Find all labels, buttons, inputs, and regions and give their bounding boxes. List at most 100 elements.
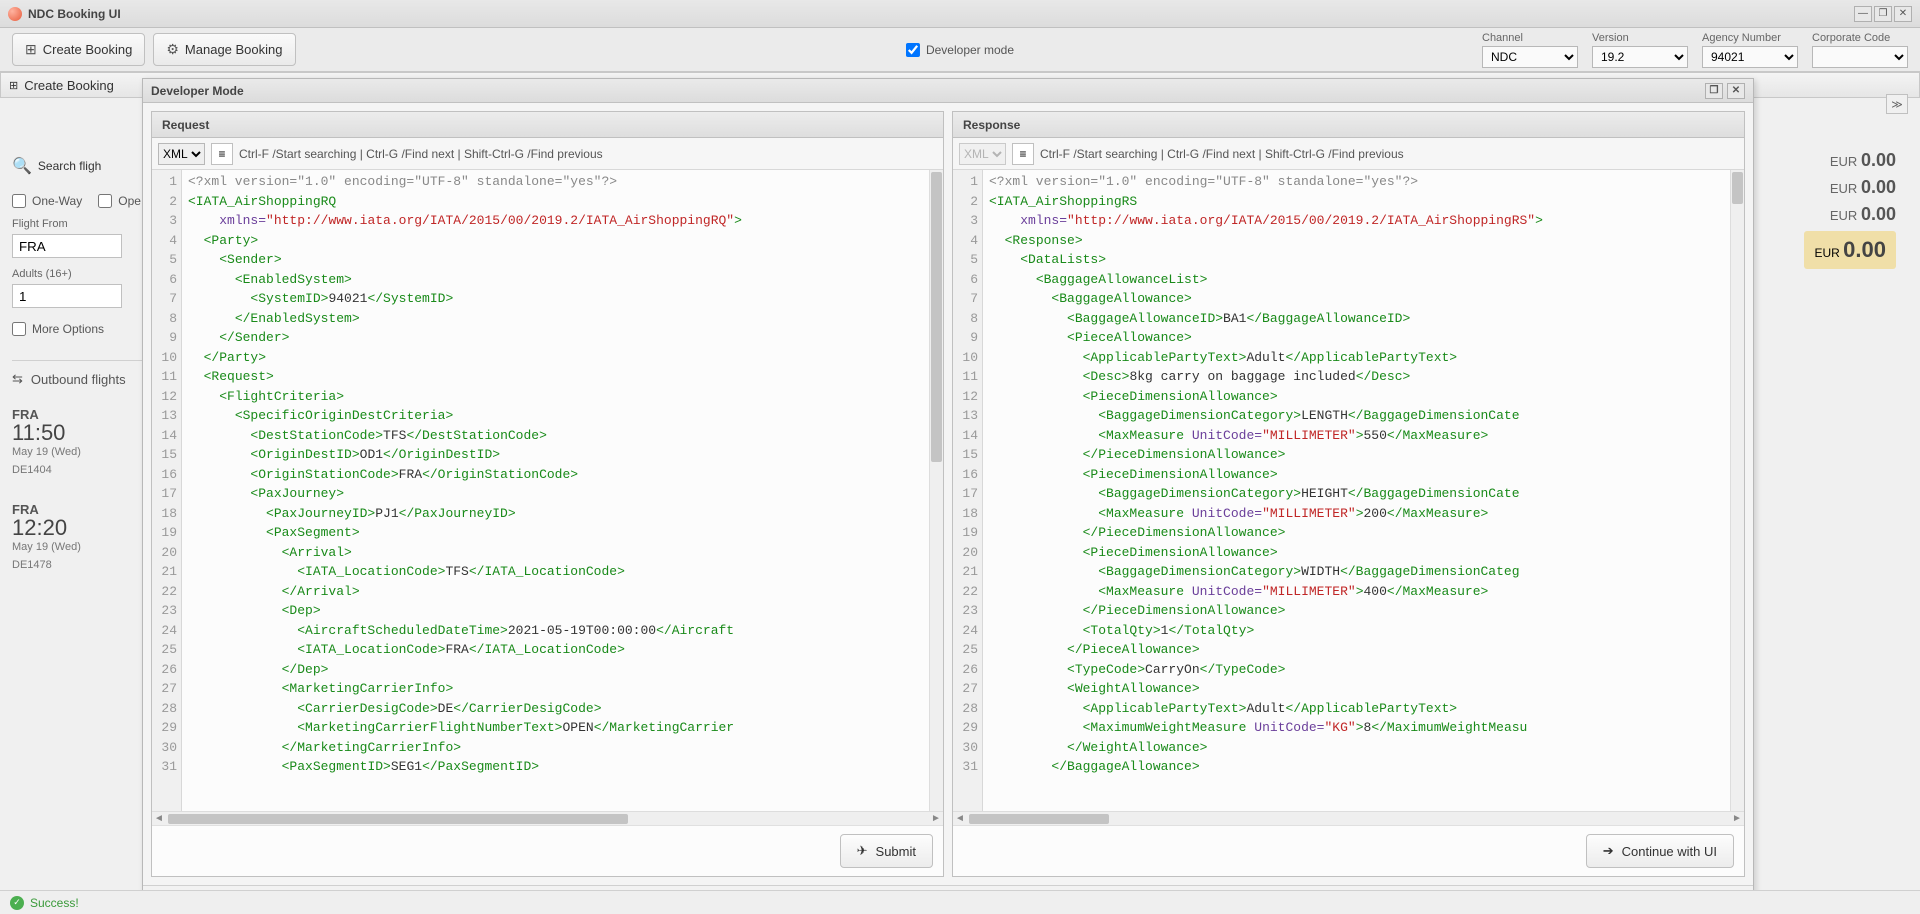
flight-from-input[interactable]	[12, 234, 122, 258]
scrollbar-thumb[interactable]	[969, 814, 1109, 824]
gear-icon: ⚙	[166, 41, 179, 58]
response-vscroll[interactable]	[1730, 170, 1744, 811]
list-view-icon[interactable]: ≡	[1012, 143, 1034, 165]
open-label: Ope	[118, 194, 141, 208]
flight-number: DE1478	[12, 559, 162, 571]
request-search-hint: Ctrl-F /Start searching | Ctrl-G /Find n…	[239, 147, 603, 161]
developer-mode-checkbox[interactable]	[906, 43, 920, 57]
response-hscroll[interactable]: ◄ ►	[953, 811, 1744, 825]
dev-panel-title: Developer Mode	[151, 84, 244, 98]
response-code-viewer[interactable]: <?xml version="1.0" encoding="UTF-8" sta…	[983, 170, 1730, 811]
flight-card[interactable]: FRA11:50May 19 (Wed)DE1404	[12, 401, 162, 482]
open-jaw-checkbox[interactable]	[98, 194, 112, 208]
response-line-gutter: 1 2 3 4 5 6 7 8 9 10 11 12 13 14 15 16 1…	[953, 170, 983, 811]
flight-from-label: Flight From	[12, 218, 162, 230]
flight-date: May 19 (Wed)	[12, 446, 162, 458]
version-select[interactable]: 19.2	[1592, 46, 1688, 68]
request-format-select[interactable]: XML	[158, 143, 205, 165]
request-vscroll[interactable]	[929, 170, 943, 811]
submit-button[interactable]: ✈ Submit	[840, 834, 933, 868]
minimize-button[interactable]: —	[1854, 6, 1872, 22]
corp-code-field: Corporate Code	[1812, 32, 1908, 68]
corp-code-select[interactable]	[1812, 46, 1908, 68]
version-field: Version 19.2	[1592, 32, 1688, 68]
continue-label: Continue with UI	[1622, 844, 1717, 859]
more-options-label: More Options	[32, 322, 104, 336]
dev-panel-header: Developer Mode ❐ ✕	[143, 79, 1753, 103]
request-header: Request	[152, 112, 943, 138]
submit-label: Submit	[876, 844, 916, 859]
swap-icon: ⇆	[12, 371, 23, 387]
price-line: EUR 0.00	[1804, 177, 1896, 198]
request-code-editor[interactable]: <?xml version="1.0" encoding="UTF-8" sta…	[182, 170, 929, 811]
channel-select[interactable]: NDC	[1482, 46, 1578, 68]
scrollbar-thumb[interactable]	[931, 172, 942, 462]
adults-label: Adults (16+)	[12, 268, 162, 280]
flight-date: May 19 (Wed)	[12, 541, 162, 553]
manage-booking-label: Manage Booking	[185, 42, 283, 57]
version-label: Version	[1592, 32, 1688, 44]
agency-select[interactable]: 94021	[1702, 46, 1798, 68]
response-toolbar: XML ≡ Ctrl-F /Start searching | Ctrl-G /…	[953, 138, 1744, 170]
status-text: Success!	[30, 896, 79, 910]
arrow-right-circle-icon: ➔	[1603, 843, 1614, 859]
developer-mode-toggle[interactable]: Developer mode	[906, 43, 1014, 57]
check-circle-icon: ✓	[10, 896, 24, 910]
accordion-title: Create Booking	[24, 78, 114, 93]
request-toolbar: XML ≡ Ctrl-F /Start searching | Ctrl-G /…	[152, 138, 943, 170]
search-icon: 🔍	[12, 156, 32, 176]
developer-mode-label: Developer mode	[926, 43, 1014, 57]
plus-square-icon: ⊞	[25, 41, 37, 58]
scroll-right-icon[interactable]: ►	[929, 813, 943, 824]
response-header: Response	[953, 112, 1744, 138]
scrollbar-thumb[interactable]	[168, 814, 628, 824]
dev-maximize-button[interactable]: ❐	[1705, 83, 1723, 99]
window-title: NDC Booking UI	[28, 7, 1854, 21]
paper-plane-icon: ✈	[857, 843, 868, 859]
maximize-button[interactable]: ❐	[1874, 6, 1892, 22]
flight-number: DE1404	[12, 464, 162, 476]
adults-input[interactable]	[12, 284, 122, 308]
agency-label: Agency Number	[1702, 32, 1798, 44]
channel-label: Channel	[1482, 32, 1578, 44]
request-pane: Request XML ≡ Ctrl-F /Start searching | …	[151, 111, 944, 877]
channel-field: Channel NDC	[1482, 32, 1578, 68]
one-way-label: One-Way	[32, 194, 82, 208]
close-button[interactable]: ✕	[1894, 6, 1912, 22]
window-title-bar: NDC Booking UI — ❐ ✕	[0, 0, 1920, 28]
manage-booking-button[interactable]: ⚙ Manage Booking	[153, 33, 295, 66]
scroll-right-icon[interactable]: ►	[1730, 813, 1744, 824]
create-booking-label: Create Booking	[43, 42, 133, 57]
response-format-select: XML	[959, 143, 1006, 165]
search-flights-label: Search fligh	[38, 159, 101, 173]
search-flights-row[interactable]: 🔍 Search fligh	[12, 156, 162, 176]
main-toolbar: ⊞ Create Booking ⚙ Manage Booking Develo…	[0, 28, 1920, 72]
scroll-left-icon[interactable]: ◄	[152, 813, 166, 824]
flight-card[interactable]: FRA12:20May 19 (Wed)DE1478	[12, 496, 162, 577]
agency-field: Agency Number 94021	[1702, 32, 1798, 68]
list-view-icon[interactable]: ≡	[211, 143, 233, 165]
flight-time: 12:20	[12, 517, 162, 539]
scrollbar-thumb[interactable]	[1732, 172, 1743, 204]
response-search-hint: Ctrl-F /Start searching | Ctrl-G /Find n…	[1040, 147, 1404, 161]
search-sidebar: 🔍 Search fligh One-Way Ope Flight From A…	[12, 106, 162, 577]
continue-with-ui-button[interactable]: ➔ Continue with UI	[1586, 834, 1734, 868]
request-line-gutter: 1 2 3 4 5 6 7 8 9 10 11 12 13 14 15 16 1…	[152, 170, 182, 811]
expand-icon: ⊞	[9, 79, 18, 92]
status-bar: ✓ Success!	[0, 890, 1920, 914]
scroll-left-icon[interactable]: ◄	[953, 813, 967, 824]
outbound-flights-header: ⇆ Outbound flights	[12, 371, 162, 387]
request-hscroll[interactable]: ◄ ►	[152, 811, 943, 825]
price-total: EUR 0.00	[1804, 231, 1896, 269]
developer-mode-panel: Developer Mode ❐ ✕ Request XML ≡ Ctrl-F …	[142, 78, 1754, 910]
create-booking-button[interactable]: ⊞ Create Booking	[12, 33, 145, 66]
one-way-checkbox[interactable]	[12, 194, 26, 208]
more-options-checkbox[interactable]	[12, 322, 26, 336]
price-line: EUR 0.00	[1804, 204, 1896, 225]
price-summary: EUR 0.00 EUR 0.00 EUR 0.00 EUR 0.00	[1804, 150, 1896, 269]
outbound-flights-label: Outbound flights	[31, 372, 126, 387]
corp-code-label: Corporate Code	[1812, 32, 1908, 44]
price-line: EUR 0.00	[1804, 150, 1896, 171]
response-pane: Response XML ≡ Ctrl-F /Start searching |…	[952, 111, 1745, 877]
dev-close-button[interactable]: ✕	[1727, 83, 1745, 99]
